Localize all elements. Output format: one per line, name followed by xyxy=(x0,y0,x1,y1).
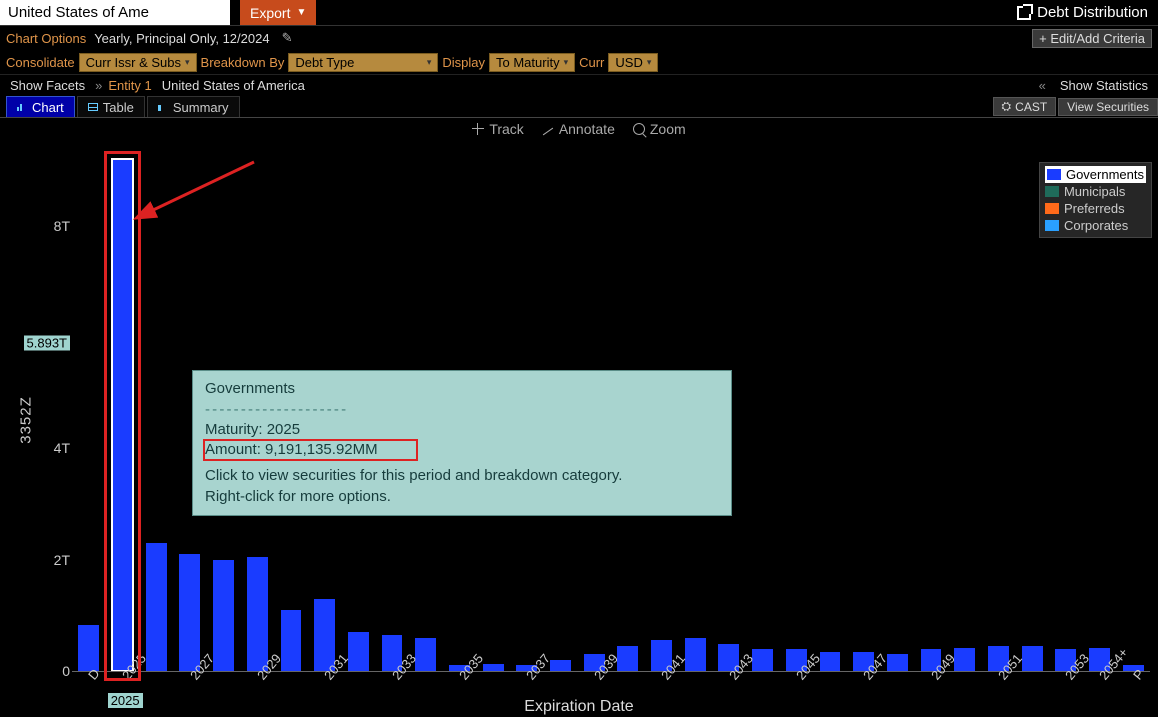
y-tick: 0 xyxy=(62,663,70,679)
curr-dropdown[interactable]: USD▾ xyxy=(608,53,658,72)
breakdown-label: Breakdown By xyxy=(201,55,285,70)
chart-area[interactable]: 3352Z 02T4T8T5.893T D2025202720292031203… xyxy=(0,122,1158,717)
table-icon xyxy=(88,103,98,111)
bar-2032[interactable] xyxy=(348,632,369,671)
legend-item-corporates[interactable]: Corporates xyxy=(1045,217,1146,234)
entity-index-label[interactable]: Entity 1 xyxy=(108,78,151,93)
view-securities-button[interactable]: View Securities xyxy=(1058,98,1158,116)
bar-2046[interactable] xyxy=(820,652,841,671)
chart-options-value[interactable]: Yearly, Principal Only, 12/2024 xyxy=(90,31,273,46)
caret-down-icon: ▾ xyxy=(427,57,432,68)
display-dropdown[interactable]: To Maturity▾ xyxy=(489,53,575,72)
maturity-value: 2025 xyxy=(267,421,300,438)
show-facets-button[interactable]: Show Facets xyxy=(6,78,89,93)
bar-2052[interactable] xyxy=(1022,646,1043,671)
bar-2038[interactable] xyxy=(550,660,571,671)
y-axis: 02T4T8T5.893T xyxy=(30,142,70,671)
caret-down-icon: ▾ xyxy=(564,57,569,68)
legend-item-municipals[interactable]: Municipals xyxy=(1045,183,1146,200)
legend-swatch xyxy=(1047,169,1061,180)
bar-D[interactable] xyxy=(78,625,99,671)
caret-down-icon: ▾ xyxy=(647,57,652,68)
y-tick: 2T xyxy=(54,552,70,568)
export-button[interactable]: Export ▼ xyxy=(240,0,316,25)
cast-icon: ⛭ xyxy=(1002,99,1012,114)
legend-swatch xyxy=(1045,220,1059,231)
bar-2036[interactable] xyxy=(483,664,504,671)
legend-swatch xyxy=(1045,186,1059,197)
breakdown-dropdown[interactable]: Debt Type▾ xyxy=(288,53,438,72)
maturity-label: Maturity: xyxy=(205,421,263,438)
caret-down-icon: ▾ xyxy=(185,57,190,68)
x-axis-title: Expiration Date xyxy=(524,698,633,716)
entity-input-display[interactable]: United States of Ame xyxy=(0,0,230,25)
bar-2028[interactable] xyxy=(213,560,234,671)
consolidate-dropdown[interactable]: Curr Issr & Subs▾ xyxy=(79,53,197,72)
bar-2040[interactable] xyxy=(617,646,638,671)
bar-2026[interactable] xyxy=(146,543,167,671)
tab-table[interactable]: Table xyxy=(77,96,145,117)
tooltip-series: Governments xyxy=(205,379,719,399)
page-title: Debt Distribution xyxy=(1037,4,1148,21)
consolidate-label: Consolidate xyxy=(6,55,75,70)
tab-chart[interactable]: Chart xyxy=(6,96,75,117)
display-label: Display xyxy=(442,55,485,70)
caret-down-icon: ▼ xyxy=(296,7,306,18)
curr-label: Curr xyxy=(579,55,604,70)
legend-label: Preferreds xyxy=(1064,201,1125,216)
legend[interactable]: Governments Municipals Preferreds Corporate… xyxy=(1039,162,1152,238)
amount-label: Amount: xyxy=(205,441,261,458)
chart-options-label: Chart Options xyxy=(6,31,86,46)
y-reference-marker: 5.893T xyxy=(24,335,70,350)
y-tick: 4T xyxy=(54,440,70,456)
external-link-icon xyxy=(1017,6,1031,20)
export-label: Export xyxy=(250,5,290,21)
legend-swatch xyxy=(1045,203,1059,214)
edit-add-criteria-button[interactable]: + Edit/Add Criteria xyxy=(1032,29,1152,48)
legend-item-governments[interactable]: Governments xyxy=(1045,166,1146,183)
bar-2027[interactable] xyxy=(179,554,200,671)
summary-icon xyxy=(158,103,168,111)
bar-2029[interactable] xyxy=(247,557,268,671)
chart-tooltip: Governments - - - - - - - - - - - - - - … xyxy=(192,370,732,516)
bar-2025[interactable] xyxy=(112,159,133,671)
legend-item-preferreds[interactable]: Preferreds xyxy=(1045,200,1146,217)
tooltip-divider: - - - - - - - - - - - - - - - - - - - - xyxy=(205,400,719,420)
tab-summary[interactable]: Summary xyxy=(147,96,240,117)
cast-button[interactable]: ⛭CAST xyxy=(993,97,1057,116)
y-tick: 8T xyxy=(54,218,70,234)
show-statistics-button[interactable]: Show Statistics xyxy=(1056,78,1152,93)
page-title-link[interactable]: Debt Distribution xyxy=(1007,0,1158,25)
legend-label: Municipals xyxy=(1064,184,1125,199)
entity-name: United States of America xyxy=(158,78,309,93)
legend-label: Corporates xyxy=(1064,218,1128,233)
chevron-right-icon: » xyxy=(89,78,108,93)
x-highlight-tag: 2025 xyxy=(108,693,143,708)
tooltip-hint-1: Click to view securities for this period… xyxy=(205,466,719,486)
arrow-annotation xyxy=(139,157,259,230)
tooltip-hint-2: Right-click for more options. xyxy=(205,487,719,507)
legend-label: Governments xyxy=(1066,167,1144,182)
bar-2048[interactable] xyxy=(887,654,908,671)
bar-2030[interactable] xyxy=(281,610,302,671)
bar-chart-icon xyxy=(17,103,27,111)
bar-2042[interactable] xyxy=(685,638,706,671)
pencil-icon[interactable]: ✎ xyxy=(278,30,297,46)
chevron-left-icon: « xyxy=(1033,78,1052,93)
amount-value: 9,191,135.92MM xyxy=(265,441,378,458)
bar-2034[interactable] xyxy=(415,638,436,671)
